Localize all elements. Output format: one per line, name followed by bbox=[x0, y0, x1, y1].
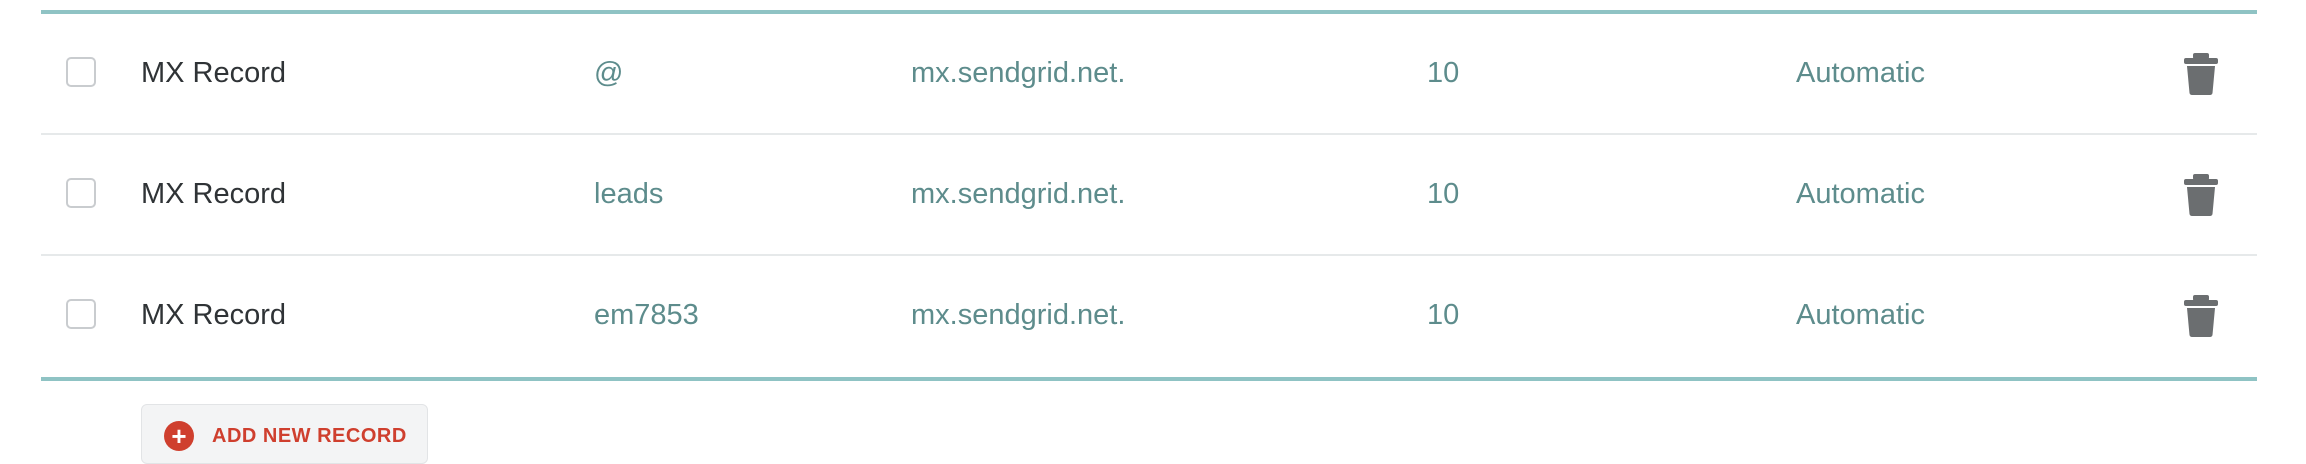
row-select-checkbox[interactable] bbox=[66, 178, 96, 208]
row-select-checkbox[interactable] bbox=[66, 299, 96, 329]
plus-circle-icon: + bbox=[164, 421, 194, 451]
trash-icon[interactable] bbox=[2181, 52, 2221, 96]
add-new-record-label: ADD NEW RECORD bbox=[212, 425, 407, 447]
trash-icon[interactable] bbox=[2181, 294, 2221, 338]
record-value[interactable]: mx.sendgrid.net. bbox=[911, 256, 1125, 375]
record-ttl[interactable]: Automatic bbox=[1796, 256, 1925, 375]
table-row: MX Record em7853 mx.sendgrid.net. 10 Aut… bbox=[41, 256, 2257, 377]
record-host[interactable]: em7853 bbox=[594, 256, 699, 375]
table-row: MX Record leads mx.sendgrid.net. 10 Auto… bbox=[41, 135, 2257, 256]
trash-icon[interactable] bbox=[2181, 173, 2221, 217]
record-type: MX Record bbox=[141, 178, 287, 210]
row-select-checkbox[interactable] bbox=[66, 57, 96, 87]
record-value[interactable]: mx.sendgrid.net. bbox=[911, 135, 1125, 254]
record-host[interactable]: leads bbox=[594, 135, 663, 254]
record-priority[interactable]: 10 bbox=[1427, 256, 1459, 375]
record-host[interactable]: @ bbox=[594, 14, 623, 133]
record-priority[interactable]: 10 bbox=[1427, 14, 1459, 133]
record-type: MX Record bbox=[141, 57, 287, 89]
record-ttl[interactable]: Automatic bbox=[1796, 135, 1925, 254]
add-new-record-button[interactable]: + ADD NEW RECORD bbox=[141, 404, 428, 464]
record-value[interactable]: mx.sendgrid.net. bbox=[911, 14, 1125, 133]
record-type: MX Record bbox=[141, 299, 287, 331]
record-ttl[interactable]: Automatic bbox=[1796, 14, 1925, 133]
table-row: MX Record @ mx.sendgrid.net. 10 Automati… bbox=[41, 14, 2257, 135]
record-priority[interactable]: 10 bbox=[1427, 135, 1459, 254]
dns-records-table: MX Record @ mx.sendgrid.net. 10 Automati… bbox=[41, 10, 2257, 381]
